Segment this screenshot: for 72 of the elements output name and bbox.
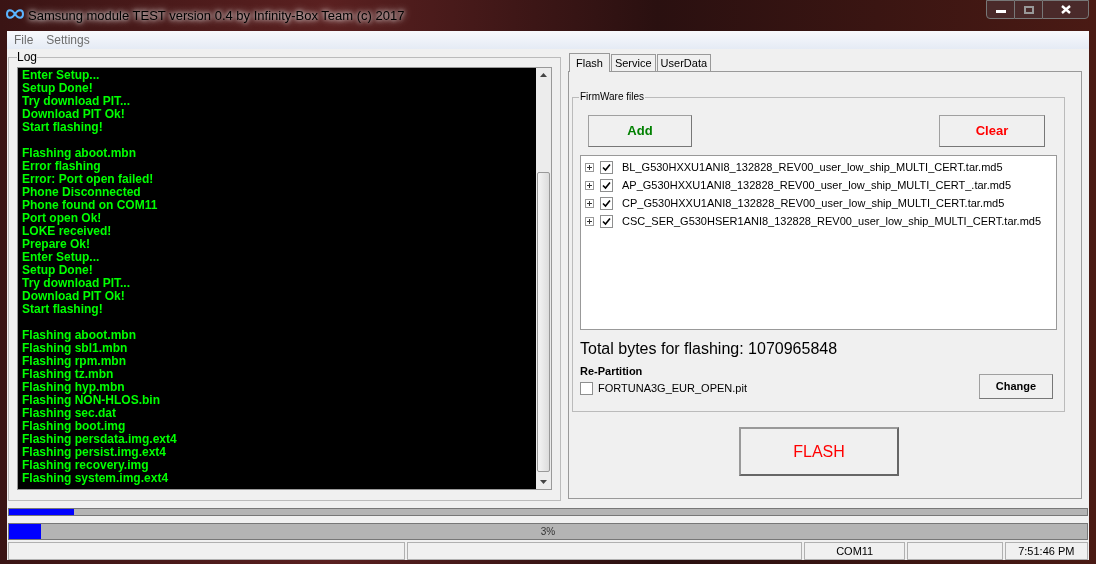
menu-item[interactable]: File [8, 31, 40, 49]
expand-icon[interactable] [585, 216, 594, 226]
tab[interactable]: Service [610, 54, 656, 71]
log-line: Start flashing! [22, 303, 104, 316]
log-line: Try download PIT... [22, 277, 131, 290]
log-line: Flashing aboot.mbn [22, 329, 137, 342]
log-line: LOKE received! [22, 225, 113, 238]
log-line: Download PIT Ok! [22, 108, 126, 121]
group-label: Log [17, 50, 38, 64]
minimize-button[interactable] [986, 0, 1015, 19]
menu-item[interactable]: Settings [40, 31, 96, 49]
log-line: Enter Setup... [22, 69, 101, 82]
file-name[interactable]: BL_G530HXXU1ANI8_132828_REV00_user_low_ship_MULTI_CERT.tar.md5 [622, 158, 1003, 176]
scrollbar-thumb[interactable] [537, 172, 550, 472]
log-line: Error: Port open failed! [22, 173, 155, 186]
checkbox[interactable] [600, 178, 613, 192]
file-name[interactable]: AP_G530HXXU1ANI8_132828_REV00_user_low_ship_MULTI_CERT_.tar.md5 [622, 176, 1012, 194]
pit-file-name: FORTUNA3G_EUR_OPEN.pit [598, 381, 747, 396]
log-line: Flashing boot.img [22, 420, 127, 433]
clear-button[interactable]: Clear [939, 115, 1045, 147]
log-line: Prepare Ok! [22, 238, 92, 251]
checkbox[interactable] [600, 160, 613, 174]
log-line: Error flashing [22, 160, 102, 173]
minimize-icon [995, 9, 1006, 13]
close-icon [1060, 5, 1071, 14]
log-line: Phone found on COM11 [22, 199, 159, 212]
file-name[interactable]: CSC_SER_G530HSER1ANI8_132828_REV00_user_low_ship_MULTI_CERT.tar.md5 [622, 212, 1042, 230]
expand-icon[interactable] [585, 162, 594, 172]
checkbox[interactable] [600, 214, 613, 228]
log-line: Setup Done! [22, 264, 93, 277]
scroll-up-icon [540, 73, 547, 77]
log-line: Flashing NON-HLOS.bin [22, 394, 161, 407]
log-line: Flashing system.img.ext4 [22, 472, 170, 485]
log-line: Flashing aboot.mbn [22, 147, 137, 160]
log-line: Enter Setup... [22, 251, 101, 264]
window-title: Samsung module TEST version 0.4 by Infinity-Box Team (c) 2017 [28, 7, 405, 25]
infinity-icon [5, 9, 25, 19]
log-line: Flashing sbl1.mbn [22, 342, 129, 355]
log-line: Port open Ok! [22, 212, 103, 225]
tab[interactable]: Flash [569, 53, 610, 72]
close-button[interactable] [1042, 0, 1089, 19]
log-line: Flashing sec.dat [22, 407, 118, 420]
log-line: Flashing hyp.mbn [22, 381, 126, 394]
expand-icon[interactable] [585, 180, 594, 190]
tab[interactable]: UserData [656, 54, 712, 71]
file-name[interactable]: CP_G530HXXU1ANI8_132828_REV00_user_low_ship_MULTI_CERT.tar.md5 [622, 194, 1005, 212]
total-bytes: Total bytes for flashing: 1070965848 [580, 339, 839, 359]
expand-icon[interactable] [585, 198, 594, 208]
group-label: FirmWare files [579, 91, 646, 103]
section-label: Re-Partition [580, 365, 644, 378]
status-pane: COM11 [804, 542, 906, 560]
log-line: Flashing persist.img.ext4 [22, 446, 167, 459]
log-line: Flashing recovery.img [22, 459, 149, 472]
log-line: Phone Disconnected [22, 186, 142, 199]
log-line: Flashing tz.mbn [22, 368, 114, 381]
maximize-icon [1023, 5, 1034, 14]
log-line: Flashing rpm.mbn [22, 355, 127, 368]
scrollbar[interactable] [536, 68, 551, 489]
log-line: Setup Done! [22, 82, 93, 95]
scroll-down-icon [540, 480, 547, 484]
checkbox[interactable] [580, 381, 593, 395]
log-line: Try download PIT... [22, 95, 131, 108]
maximize-button[interactable] [1015, 0, 1042, 19]
checkbox[interactable] [600, 196, 613, 210]
change-button[interactable]: Change [979, 373, 1053, 399]
log-line: Flashing persdata.img.ext4 [22, 433, 178, 446]
status-pane: 7:51:46 PM [1004, 542, 1088, 560]
log-line: Start flashing! [22, 121, 104, 134]
log-line: Download PIT Ok! [22, 290, 126, 303]
add-button[interactable]: Add [588, 115, 692, 147]
flash-button[interactable]: FLASH [739, 427, 899, 476]
progress-label: 3% [540, 525, 556, 539]
